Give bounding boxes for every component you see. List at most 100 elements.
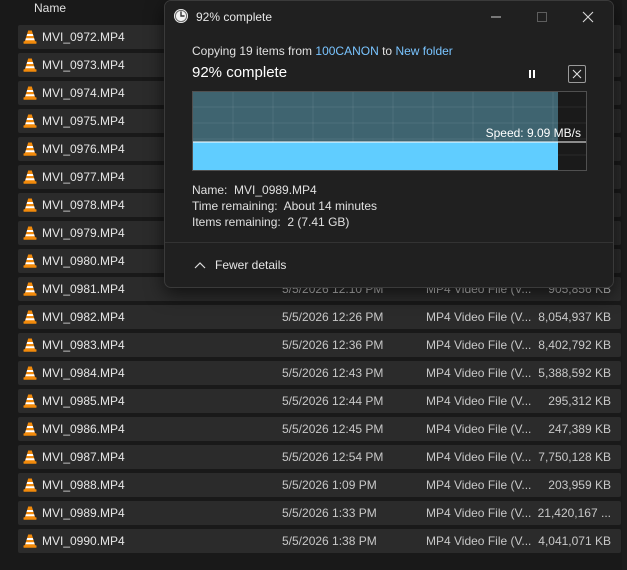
vlc-file-icon [22,309,38,325]
vlc-file-icon [22,57,38,73]
file-type: MP4 Video File (V... [426,506,531,520]
file-row[interactable]: MVI_0989.MP4 5/5/2026 1:33 PM MP4 Video Fi… [18,501,621,525]
vlc-file-icon [22,253,38,269]
vlc-file-icon [22,225,38,241]
vlc-file-icon [22,169,38,185]
file-type: MP4 Video File (V... [426,366,531,380]
file-name: MVI_0987.MP4 [42,450,125,464]
file-name: MVI_0986.MP4 [42,422,125,436]
file-row[interactable]: MVI_0986.MP4 5/5/2026 12:45 PM MP4 Video F… [18,417,621,441]
percent-complete: 92% complete [192,64,288,81]
file-row[interactable]: MVI_0985.MP4 5/5/2026 12:44 PM MP4 Video F… [18,389,621,413]
speed-graph: Speed: 9.09 MB/s [192,91,587,171]
copy-mid: to [378,44,396,58]
file-name: MVI_0973.MP4 [42,58,125,72]
time-remaining-value: About 14 minutes [283,199,378,213]
dialog-titlebar[interactable]: 92% complete [165,1,613,33]
speed-fill [193,142,558,170]
vlc-file-icon [22,449,38,465]
file-name: MVI_0975.MP4 [42,114,125,128]
file-name: MVI_0980.MP4 [42,254,125,268]
file-row[interactable]: MVI_0990.MP4 5/5/2026 1:38 PM MP4 Video Fi… [18,529,621,553]
copy-summary: Copying 19 items from 100CANON to New fo… [192,44,453,58]
file-date-modified: 5/5/2026 12:44 PM [282,394,384,408]
file-date-modified: 5/5/2026 12:43 PM [282,366,384,380]
source-folder-link[interactable]: 100CANON [315,44,378,58]
file-row[interactable]: MVI_0982.MP4 5/5/2026 12:26 PM MP4 Video F… [18,305,621,329]
file-size: 7,750,128 KB [538,450,611,464]
divider [165,242,613,243]
copy-prefix: Copying 19 items from [192,44,316,58]
vlc-file-icon [22,393,38,409]
file-name: MVI_0983.MP4 [42,338,125,352]
dialog-title: 92% complete [196,10,273,24]
file-type: MP4 Video File (V... [426,394,531,408]
file-size: 203,959 KB [548,478,611,492]
file-size: 5,388,592 KB [538,366,611,380]
file-name: MVI_0989.MP4 [42,506,125,520]
file-name: MVI_0984.MP4 [42,366,125,380]
file-name: MVI_0988.MP4 [42,478,125,492]
vlc-file-icon [22,29,38,45]
vlc-file-icon [22,421,38,437]
destination-folder-link[interactable]: New folder [395,44,452,58]
file-type: MP4 Video File (V... [426,478,531,492]
vlc-file-icon [22,365,38,381]
file-type: MP4 Video File (V... [426,310,531,324]
speed-label: Speed: 9.09 MB/s [485,126,581,140]
chevron-up-icon [194,262,206,269]
clock-icon [173,8,189,24]
file-size: 8,054,937 KB [538,310,611,324]
file-name: MVI_0976.MP4 [42,142,125,156]
close-button[interactable] [565,1,611,33]
vlc-file-icon [22,281,38,297]
vlc-file-icon [22,85,38,101]
file-name: MVI_0972.MP4 [42,30,125,44]
vlc-file-icon [22,113,38,129]
file-date-modified: 5/5/2026 12:45 PM [282,422,384,436]
file-row[interactable]: MVI_0987.MP4 5/5/2026 12:54 PM MP4 Video F… [18,445,621,469]
file-name: MVI_0979.MP4 [42,226,125,240]
file-name: MVI_0990.MP4 [42,534,125,548]
close-icon [572,69,582,79]
items-remaining-label: Items remaining: [192,215,281,229]
column-header-name[interactable]: Name [34,1,66,15]
file-date-modified: 5/5/2026 12:54 PM [282,450,384,464]
file-name: MVI_0982.MP4 [42,310,125,324]
vlc-file-icon [22,197,38,213]
file-name: MVI_0978.MP4 [42,198,125,212]
file-type: MP4 Video File (V... [426,422,531,436]
items-remaining-value: 2 (7.41 GB) [287,215,350,229]
time-remaining-label: Time remaining: [192,199,278,213]
fewer-details-label: Fewer details [215,258,287,272]
file-row[interactable]: MVI_0988.MP4 5/5/2026 1:09 PM MP4 Video Fi… [18,473,621,497]
vlc-file-icon [22,477,38,493]
file-date-modified: 5/5/2026 1:33 PM [282,506,377,520]
file-row[interactable]: MVI_0984.MP4 5/5/2026 12:43 PM MP4 Video F… [18,361,621,385]
scrollbar[interactable] [622,0,627,570]
file-size: 247,389 KB [548,422,611,436]
pause-button[interactable] [521,65,543,83]
file-name: MVI_0974.MP4 [42,86,125,100]
vlc-file-icon [22,141,38,157]
file-row[interactable]: MVI_0983.MP4 5/5/2026 12:36 PM MP4 Video F… [18,333,621,357]
cancel-button[interactable] [568,65,586,83]
copy-progress-dialog: 92% complete Copying 19 items from 100CA… [164,0,614,288]
vlc-file-icon [22,505,38,521]
file-size: 295,312 KB [548,394,611,408]
name-value: MVI_0989.MP4 [234,183,317,197]
minimize-button[interactable] [473,1,519,33]
file-type: MP4 Video File (V... [426,450,531,464]
file-date-modified: 5/5/2026 12:36 PM [282,338,384,352]
pause-icon [529,70,535,78]
file-size: 8,402,792 KB [538,338,611,352]
vlc-file-icon [22,533,38,549]
file-size: 21,420,167 ... [537,506,611,520]
file-name: MVI_0977.MP4 [42,170,125,184]
file-size: 4,041,071 KB [538,534,611,548]
name-label: Name: [192,183,228,197]
maximize-button [519,1,565,33]
vlc-file-icon [22,337,38,353]
file-type: MP4 Video File (V... [426,534,531,548]
file-date-modified: 5/5/2026 1:09 PM [282,478,377,492]
